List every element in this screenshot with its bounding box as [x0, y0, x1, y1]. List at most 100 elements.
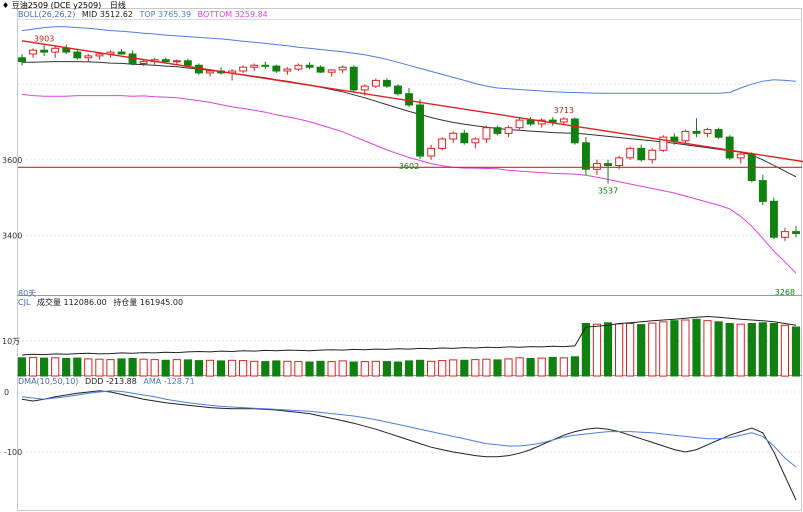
- boll-top-line: [21, 26, 797, 94]
- volume-bar: [482, 358, 491, 377]
- candle-body: [272, 65, 281, 72]
- volume-bar: [416, 359, 425, 377]
- volume-bar: [570, 356, 579, 377]
- dma-name: DMA(10,50,10): [18, 377, 79, 386]
- candle-body: [703, 129, 712, 134]
- candle-body: [714, 129, 723, 138]
- volume-bar: [537, 357, 546, 377]
- candle-body: [548, 119, 557, 123]
- candle-body: [139, 61, 148, 64]
- price-annotation: 3903: [34, 34, 54, 43]
- volume-bar: [681, 319, 690, 377]
- volume-bar: [338, 360, 347, 377]
- candle-body: [482, 127, 491, 140]
- volume-bar: [40, 357, 49, 377]
- chart-svg: 3903 3713 3602 3537 3268 3600 3400 10万 0 -100: [2, 8, 803, 511]
- boll-mid-value: MID 3512.62: [81, 10, 133, 19]
- candle-body: [360, 85, 369, 91]
- candle-body: [51, 47, 60, 53]
- volume-bar: [493, 359, 502, 377]
- candle-body: [593, 163, 601, 170]
- candle-body: [283, 68, 292, 72]
- volume-bar: [438, 360, 447, 377]
- volume-bar: [615, 323, 624, 377]
- candle-body: [62, 47, 71, 53]
- bollinger-bands: [21, 26, 797, 274]
- volume-legend: CJL 成交量 112086.00 持仓量 161945.00: [18, 297, 183, 308]
- candle-body: [172, 60, 181, 63]
- price-annotation: 3713: [554, 106, 574, 115]
- candle-body: [239, 66, 248, 72]
- ama-line: [21, 390, 797, 468]
- volume-pane: [17, 315, 801, 377]
- volume-bar: [327, 361, 336, 377]
- volume-bar: [228, 359, 237, 377]
- volume-bar: [17, 357, 27, 377]
- candle-body: [294, 64, 303, 70]
- volume-bar: [239, 360, 248, 377]
- candle-body: [84, 55, 93, 59]
- volume-bar: [349, 361, 358, 377]
- open-interest-value: 持仓量 161945.00: [113, 298, 184, 307]
- candle-body: [206, 70, 214, 74]
- candle-body: [471, 138, 480, 144]
- candle-body: [725, 136, 734, 159]
- candle-body: [183, 60, 192, 66]
- candle-body: [427, 147, 436, 157]
- volume-bar: [371, 360, 380, 377]
- candle-body: [670, 136, 679, 142]
- volume-bar: [393, 361, 402, 377]
- boll-bottom-value: BOTTOM 3259.84: [197, 10, 268, 19]
- candle-body: [449, 132, 458, 140]
- volume-bar: [250, 360, 259, 377]
- price-annotations: 3903 3713 3602 3537 3268: [34, 34, 795, 297]
- volume-bar: [404, 360, 414, 377]
- open-interest-line: [21, 315, 797, 356]
- candle-body: [338, 66, 347, 71]
- volume-bar: [172, 359, 181, 377]
- volume-bar: [780, 324, 789, 377]
- volume-bar: [548, 356, 557, 377]
- price-annotation: 3602: [399, 162, 419, 171]
- dma-y-tick-label: 0: [4, 388, 9, 397]
- dma-pane: [21, 390, 797, 501]
- candle-body: [394, 85, 402, 95]
- candle-body: [250, 64, 259, 68]
- volume-bar: [714, 321, 723, 377]
- ama-value: AMA -128.71: [143, 377, 195, 386]
- candle-body: [681, 130, 690, 142]
- volume-bar: [139, 358, 148, 377]
- candle-body: [637, 147, 646, 161]
- candle-body: [526, 119, 535, 125]
- candle-body: [73, 51, 82, 59]
- volume-bar: [261, 361, 270, 377]
- dma-legend: DMA(10,50,10) DDD -213.88 AMA -128.71: [18, 377, 195, 386]
- candle-body: [615, 157, 624, 166]
- volume-bar: [106, 359, 115, 377]
- candle-body: [438, 138, 447, 149]
- main-y-tick-label: 3600: [2, 156, 22, 165]
- trendline: [21, 40, 803, 163]
- boll-legend: BOLL(26,26,2) MID 3512.62 TOP 3765.39 BO…: [18, 10, 268, 19]
- period-label: 日线: [109, 1, 126, 10]
- volume-bar: [449, 359, 458, 377]
- candle-body: [29, 49, 38, 55]
- candle-body: [40, 49, 49, 53]
- dma-y-tick-label: -100: [4, 448, 22, 457]
- candle-body: [493, 127, 502, 134]
- volume-bar: [791, 326, 801, 377]
- volume-bar: [62, 358, 71, 377]
- boll-name: BOLL(26,26,2): [18, 10, 76, 19]
- volume-bar: [460, 359, 469, 377]
- volume-bar: [603, 322, 613, 377]
- volume-bar: [747, 323, 756, 377]
- volume-bar: [283, 360, 292, 377]
- candle-body: [648, 149, 657, 161]
- candle-body: [781, 231, 789, 238]
- volume-bar: [316, 360, 325, 377]
- volume-bar: [592, 323, 602, 377]
- volume-bar: [95, 358, 104, 377]
- boll-top-value: TOP 3765.39: [139, 10, 192, 19]
- volume-bar: [305, 361, 314, 377]
- ddd-value: DDD -213.88: [84, 377, 137, 386]
